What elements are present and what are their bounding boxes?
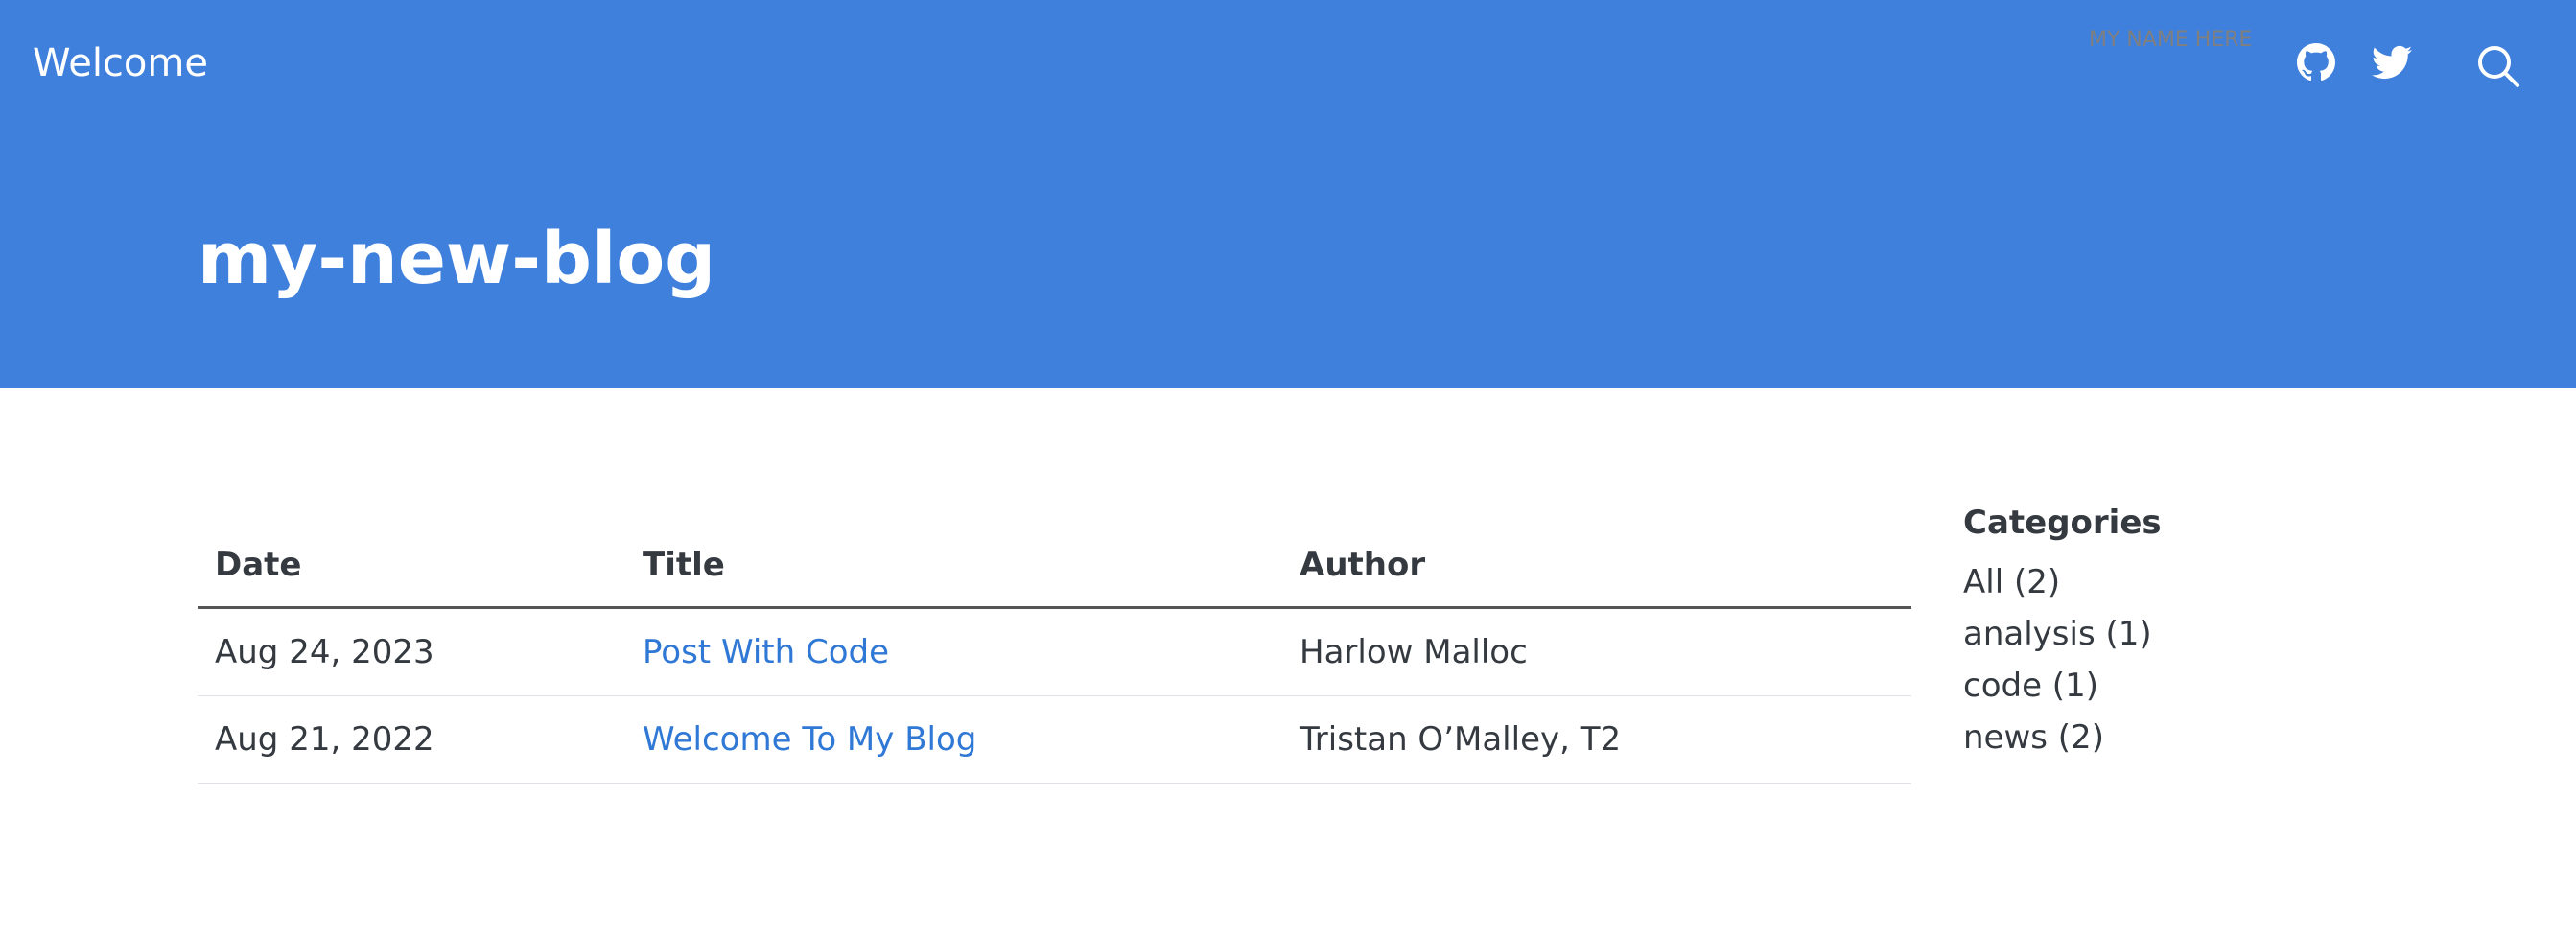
post-title-link[interactable]: Post With Code [643,633,889,671]
table-row[interactable]: Aug 24, 2023 Post With Code Harlow Mallo… [198,607,1911,696]
post-title-cell: Welcome To My Blog [625,695,1282,784]
category-item-all[interactable]: All (2) [1963,556,2500,608]
category-item-news[interactable]: news (2) [1963,712,2500,763]
column-header-date[interactable]: Date [198,524,625,609]
post-date: Aug 24, 2023 [198,607,625,696]
category-list: All (2) analysis (1) code (1) news (2) [1963,556,2500,763]
category-item-code[interactable]: code (1) [1963,660,2500,712]
search-icon[interactable] [2476,44,2520,88]
post-author: Harlow Malloc [1282,607,1911,696]
github-icon[interactable] [2297,43,2335,82]
twitter-icon[interactable] [2372,45,2412,80]
categories-heading: Categories [1963,504,2162,542]
table-header-row: Date Title Author [198,524,1911,609]
title-banner: Welcome MY NAME HERE my-new-blog [0,0,2576,388]
post-title-link[interactable]: Welcome To My Blog [643,720,976,759]
category-item-analysis[interactable]: analysis (1) [1963,608,2500,660]
post-author: Tristan O’Malley, T2 [1282,695,1911,784]
post-listing-table: Date Title Author Aug 24, 2023 Post With… [198,524,1911,784]
table-row[interactable]: Aug 21, 2022 Welcome To My Blog Tristan … [198,695,1911,784]
page-title: my-new-blog [198,218,716,300]
column-header-title[interactable]: Title [625,524,1282,609]
navbar-name-link[interactable]: MY NAME HERE [2089,27,2252,54]
categories-sidebar: Categories All (2) analysis (1) code (1)… [1963,499,2500,763]
post-title-cell: Post With Code [625,607,1282,696]
post-date: Aug 21, 2022 [198,695,625,784]
column-header-author[interactable]: Author [1282,524,1911,609]
navbar-brand-link[interactable]: Welcome [33,36,208,90]
